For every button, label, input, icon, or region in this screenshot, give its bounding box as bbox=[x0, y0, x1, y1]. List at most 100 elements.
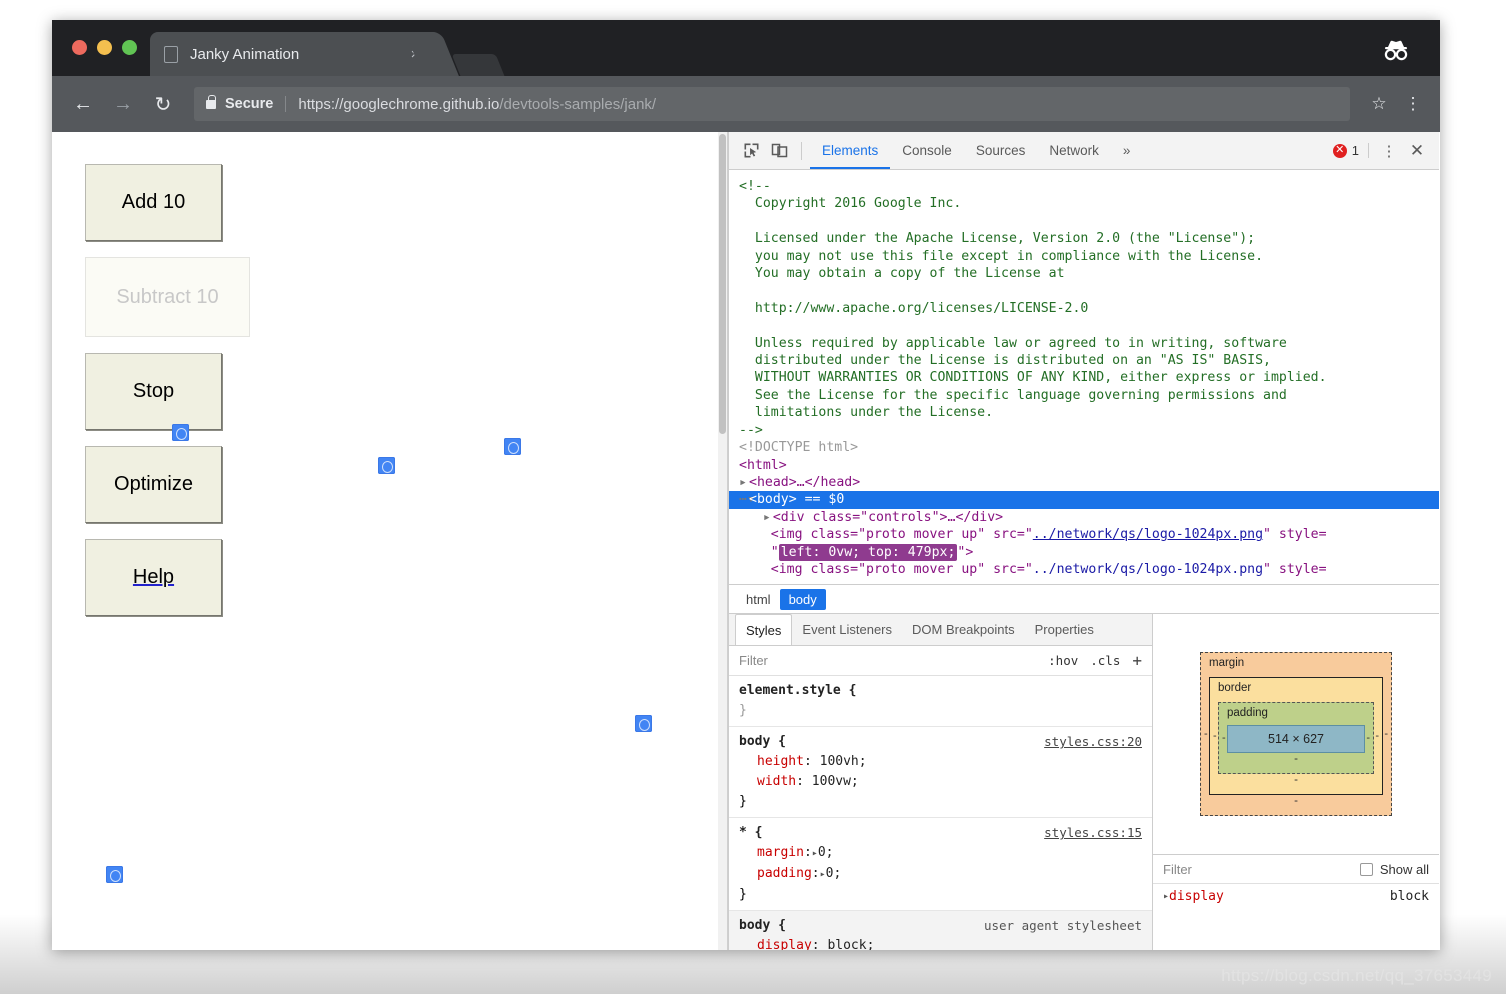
browser-menu-icon[interactable]: ⋮ bbox=[1400, 95, 1426, 112]
forward-button[interactable]: → bbox=[106, 87, 140, 121]
tab-sources[interactable]: Sources bbox=[964, 132, 1038, 169]
controls-div-node[interactable]: ▸ <div class="controls">…</div> bbox=[739, 509, 1439, 526]
img-src-link[interactable]: ../network/qs/logo-1024px.png bbox=[1033, 527, 1263, 542]
page-scrollbar[interactable] bbox=[718, 132, 727, 950]
tab-elements[interactable]: Elements bbox=[810, 132, 890, 169]
collapse-arrow-icon[interactable]: ⋯▾ bbox=[739, 491, 755, 508]
styles-right: margin -- border -- padding -- 514 × 627 bbox=[1153, 614, 1439, 950]
breadcrumb: html body bbox=[729, 584, 1439, 614]
device-toolbar-icon[interactable] bbox=[765, 138, 793, 164]
img-node-1-style[interactable]: " left: 0vw; top: 479px; "> bbox=[739, 543, 1439, 561]
tab-dom-breakpoints[interactable]: DOM Breakpoints bbox=[902, 614, 1025, 645]
page-scrollbar-thumb[interactable] bbox=[719, 134, 726, 434]
cls-toggle[interactable]: .cls bbox=[1090, 653, 1120, 668]
body-node-selected[interactable]: ⋯▾<body> == $0 bbox=[729, 491, 1439, 509]
dom-tree[interactable]: <!-- Copyright 2016 Google Inc. Licensed… bbox=[729, 170, 1439, 584]
img-node-2[interactable]: <img class="proto mover up" src="../netw… bbox=[739, 561, 1439, 578]
tab-styles[interactable]: Styles bbox=[735, 614, 793, 645]
box-model-padding[interactable]: padding -- 514 × 627 - bbox=[1218, 702, 1374, 774]
box-model-content[interactable]: 514 × 627 bbox=[1227, 725, 1365, 753]
expand-arrow-icon[interactable]: ▸ bbox=[739, 474, 749, 491]
toolbar-divider bbox=[801, 141, 802, 160]
computed-filter-input[interactable]: Filter bbox=[1163, 862, 1192, 877]
css-rule-body-1[interactable]: body { styles.css:20 height: 100vh; widt… bbox=[729, 727, 1152, 818]
css-declaration[interactable]: height: 100vh; bbox=[739, 752, 1142, 772]
css-declaration[interactable]: display: block; bbox=[739, 936, 1142, 950]
help-link[interactable]: Help bbox=[133, 566, 174, 589]
styles-tabbar: Styles Event Listeners DOM Breakpoints P… bbox=[729, 614, 1152, 646]
computed-property-row[interactable]: ▸ display block bbox=[1153, 884, 1439, 909]
border-bottom-dash: - bbox=[1294, 774, 1298, 786]
show-all-label: Show all bbox=[1379, 861, 1429, 877]
css-selector: element.style { bbox=[739, 683, 857, 698]
styles-filter-input[interactable]: Filter bbox=[739, 653, 768, 668]
page-favicon-icon bbox=[164, 45, 178, 63]
optimize-button[interactable]: Optimize bbox=[85, 446, 222, 523]
box-model-wrapper: margin -- border -- padding -- 514 × 627 bbox=[1153, 614, 1439, 854]
css-declaration[interactable]: width: 100vw; bbox=[739, 772, 1142, 792]
minimize-window-button[interactable] bbox=[97, 40, 112, 55]
css-selector: body { bbox=[739, 734, 786, 749]
new-tab-button[interactable] bbox=[451, 54, 505, 76]
back-button[interactable]: ← bbox=[66, 87, 100, 121]
inspect-element-icon[interactable] bbox=[737, 138, 765, 164]
devtools-toolbar-right: ✕ 1 ⋮ ✕ bbox=[1332, 141, 1431, 161]
head-node[interactable]: ▸ <head>…</head> bbox=[739, 474, 1439, 491]
devtools-close-icon[interactable]: ✕ bbox=[1403, 141, 1431, 161]
css-declaration[interactable]: margin:▸0; bbox=[739, 843, 1142, 864]
screenshot-root: Janky Animation × ← → ↻ Secure https://g… bbox=[0, 0, 1506, 994]
address-bar[interactable]: Secure https://googlechrome.github.io/de… bbox=[194, 87, 1350, 121]
img-node-1[interactable]: <img class="proto mover up" src="../netw… bbox=[739, 526, 1439, 543]
breadcrumb-body[interactable]: body bbox=[779, 588, 826, 610]
browser-tab[interactable]: Janky Animation × bbox=[150, 32, 434, 76]
show-all-checkbox[interactable] bbox=[1359, 862, 1373, 876]
styles-filter-bar[interactable]: Filter :hov .cls + bbox=[729, 646, 1152, 676]
devtools-menu-icon[interactable]: ⋮ bbox=[1377, 144, 1401, 159]
close-tab-icon[interactable]: × bbox=[406, 46, 424, 63]
bookmark-star-icon[interactable]: ☆ bbox=[1364, 94, 1394, 114]
css-rule-user-agent[interactable]: body { user agent stylesheet display: bl… bbox=[729, 911, 1152, 950]
watermark: https://blog.csdn.net/qq_37653449 bbox=[1221, 966, 1492, 985]
maximize-window-button[interactable] bbox=[122, 40, 137, 55]
hov-toggle[interactable]: :hov bbox=[1048, 653, 1078, 668]
tab-network[interactable]: Network bbox=[1037, 132, 1111, 169]
tab-console[interactable]: Console bbox=[890, 132, 964, 169]
window-controls[interactable] bbox=[72, 40, 137, 55]
img-src-value: ../network/qs/logo-1024px.png bbox=[1032, 561, 1264, 577]
more-tabs-icon[interactable]: » bbox=[1111, 132, 1143, 169]
tab-strip: Janky Animation × bbox=[52, 20, 1440, 76]
box-model-border[interactable]: border -- padding -- 514 × 627 - - bbox=[1209, 677, 1383, 795]
highlighted-style-value[interactable]: left: 0vw; top: 479px; bbox=[778, 543, 958, 561]
box-model-margin[interactable]: margin -- border -- padding -- 514 × 627 bbox=[1200, 652, 1392, 816]
show-all-toggle[interactable]: Show all bbox=[1359, 861, 1429, 877]
styles-panel: Styles Event Listeners DOM Breakpoints P… bbox=[729, 614, 1439, 950]
error-badge[interactable]: ✕ 1 bbox=[1332, 143, 1369, 158]
css-declaration[interactable]: padding:▸0; bbox=[739, 864, 1142, 885]
page-viewport: Add 10 Subtract 10 Stop Optimize Help bbox=[52, 132, 728, 950]
computed-filter-bar[interactable]: Filter Show all bbox=[1153, 854, 1439, 884]
stop-button[interactable]: Stop bbox=[85, 353, 222, 430]
css-source-link[interactable]: styles.css:20 bbox=[1044, 732, 1142, 752]
css-selector: body { bbox=[739, 918, 786, 933]
breadcrumb-html[interactable]: html bbox=[737, 589, 780, 610]
reload-button[interactable]: ↻ bbox=[146, 87, 180, 121]
new-style-rule-button[interactable]: + bbox=[1132, 651, 1142, 670]
subtract-10-button[interactable]: Subtract 10 bbox=[85, 257, 250, 337]
tab-properties[interactable]: Properties bbox=[1025, 614, 1104, 645]
tab-event-listeners[interactable]: Event Listeners bbox=[792, 614, 902, 645]
close-window-button[interactable] bbox=[72, 40, 87, 55]
help-button[interactable]: Help bbox=[85, 539, 222, 616]
css-rule-universal[interactable]: * { styles.css:15 margin:▸0; padding:▸0;… bbox=[729, 818, 1152, 911]
html-open-tag[interactable]: <html> bbox=[739, 457, 1439, 474]
styles-left: Styles Event Listeners DOM Breakpoints P… bbox=[729, 614, 1153, 950]
css-source-link[interactable]: styles.css:15 bbox=[1044, 823, 1142, 843]
error-count: 1 bbox=[1351, 143, 1359, 158]
add-10-button[interactable]: Add 10 bbox=[85, 164, 222, 241]
browser-window: Janky Animation × ← → ↻ Secure https://g… bbox=[52, 20, 1440, 950]
computed-property-name: display bbox=[1169, 889, 1224, 904]
css-rule-element-style[interactable]: element.style { } bbox=[729, 676, 1152, 727]
css-rule-close: } bbox=[739, 703, 747, 718]
css-source-label: user agent stylesheet bbox=[983, 918, 1142, 933]
margin-bottom-dash: - bbox=[1294, 795, 1298, 807]
expand-arrow-icon[interactable]: ▸ bbox=[763, 509, 773, 526]
